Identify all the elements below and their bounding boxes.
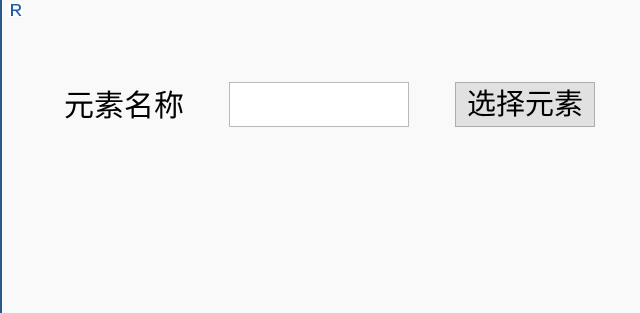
element-name-input[interactable] — [229, 82, 409, 127]
window-left-border — [0, 0, 2, 313]
app-window: 元素名称 选择元素 — [0, 0, 640, 313]
r-app-icon — [9, 2, 23, 17]
select-element-button[interactable]: 选择元素 — [455, 82, 595, 127]
element-name-label: 元素名称 — [64, 89, 184, 124]
